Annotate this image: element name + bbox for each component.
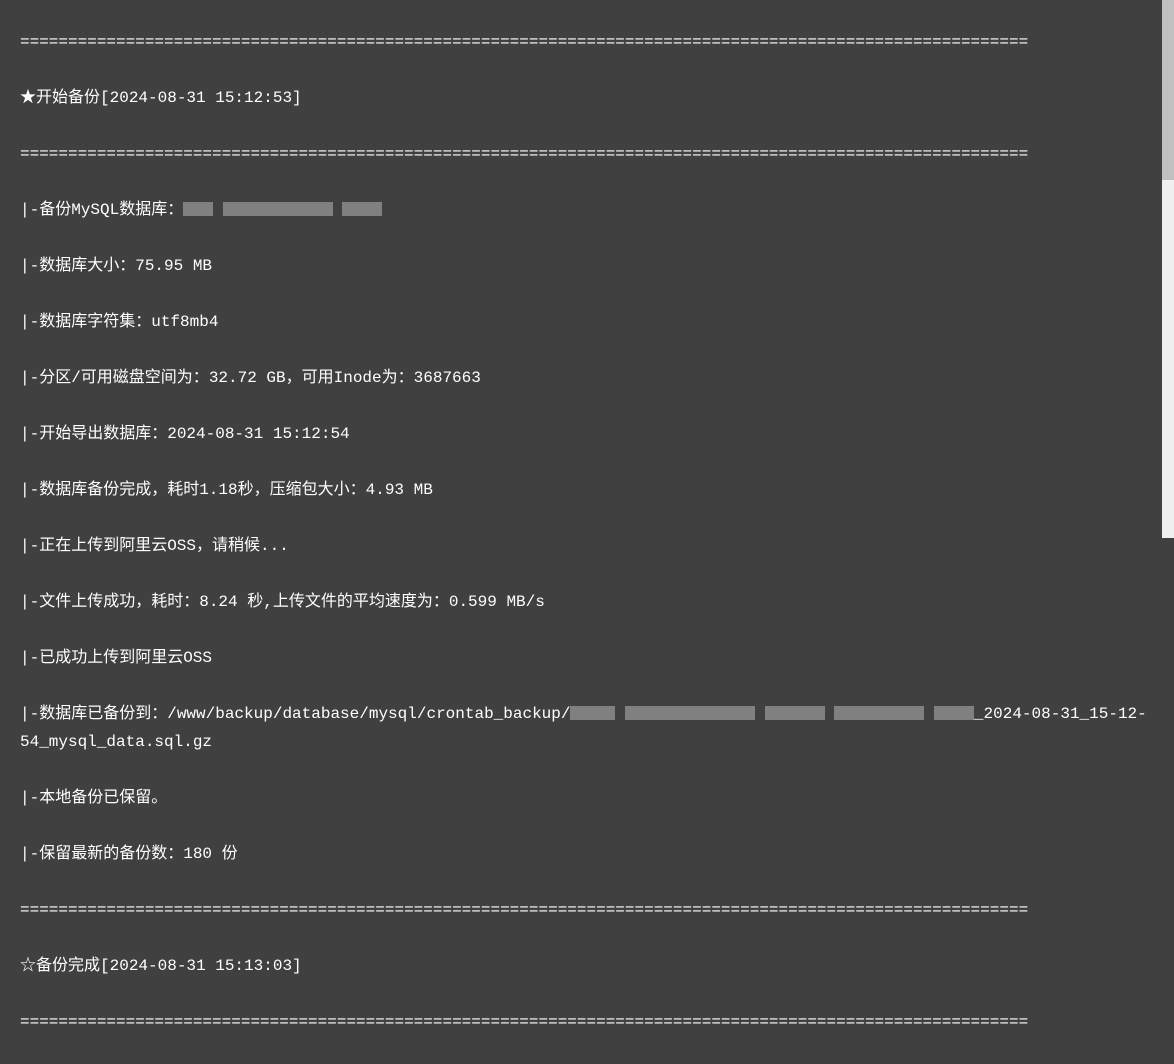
redacted-block: [834, 706, 924, 720]
backup-done-value: 4.93 MB: [366, 481, 433, 499]
local-kept-line: |-本地备份已保留。: [0, 784, 1174, 812]
scrollbar-track[interactable]: [1162, 0, 1174, 538]
db-name-line: |-备份MySQL数据库：: [0, 196, 1174, 224]
uploading-line: |-正在上传到阿里云OSS，请稍候...: [0, 532, 1174, 560]
hollow-star-icon: ☆备份完成[: [20, 957, 110, 975]
upload-speed-value: 0.599 MB/s: [449, 593, 545, 611]
bracket-close: ]: [292, 89, 302, 107]
end-timestamp: 2024-08-31 15:13:03: [110, 957, 292, 975]
divider-line: ========================================…: [0, 1008, 1174, 1036]
keep-count-value: 180 份: [183, 845, 237, 863]
divider-line: ========================================…: [0, 896, 1174, 924]
disk-space-line: |-分区/可用磁盘空间为：32.72 GB，可用Inode为：3687663: [0, 364, 1174, 392]
bracket-close: ]: [292, 957, 302, 975]
export-start-line: |-开始导出数据库：2024-08-31 15:12:54: [0, 420, 1174, 448]
keep-count-label: |-保留最新的备份数：: [20, 845, 183, 863]
charset-line: |-数据库字符集：utf8mb4: [0, 308, 1174, 336]
disk-value: 32.72 GB，可用Inode为：3687663: [209, 369, 481, 387]
redacted-block: [765, 706, 825, 720]
keep-count-line: |-保留最新的备份数：180 份: [0, 840, 1174, 868]
upload-done-label: |-文件上传成功，耗时：: [20, 593, 199, 611]
start-timestamp: 2024-08-31 15:12:53: [110, 89, 292, 107]
redacted-block: [934, 706, 974, 720]
redacted-block: [625, 706, 755, 720]
uploading-text: |-正在上传到阿里云OSS，请稍候...: [20, 537, 289, 555]
end-backup-line: ☆备份完成[2024-08-31 15:13:03]: [0, 952, 1174, 980]
backup-done-label: |-数据库备份完成，耗时1.18秒，压缩包大小：: [20, 481, 366, 499]
db-label: |-备份MySQL数据库：: [20, 201, 183, 219]
charset-label: |-数据库字符集：: [20, 313, 151, 331]
upload-speed-label: ,上传文件的平均速度为：: [263, 593, 449, 611]
redacted-block: [342, 202, 382, 216]
divider-line: ========================================…: [0, 28, 1174, 56]
redacted-block: [570, 706, 615, 720]
backup-done-line: |-数据库备份完成，耗时1.18秒，压缩包大小：4.93 MB: [0, 476, 1174, 504]
upload-done-line: |-文件上传成功，耗时：8.24 秒,上传文件的平均速度为：0.599 MB/s: [0, 588, 1174, 616]
redacted-block: [183, 202, 213, 216]
star-icon: ★开始备份[: [20, 89, 110, 107]
divider-line: ========================================…: [0, 140, 1174, 168]
path-prefix: /www/backup/database/mysql/crontab_backu…: [167, 705, 570, 723]
upload-success-text: |-已成功上传到阿里云OSS: [20, 649, 212, 667]
charset-value: utf8mb4: [151, 313, 218, 331]
upload-time: 8.24 秒: [199, 593, 263, 611]
path-label: |-数据库已备份到：: [20, 705, 167, 723]
backup-path-line: |-数据库已备份到：/www/backup/database/mysql/cro…: [0, 700, 1174, 756]
db-size-value: 75.95 MB: [135, 257, 212, 275]
db-size-label: |-数据库大小：: [20, 257, 135, 275]
export-label: |-开始导出数据库：: [20, 425, 167, 443]
scrollbar-thumb[interactable]: [1162, 0, 1174, 180]
start-backup-line: ★开始备份[2024-08-31 15:12:53]: [0, 84, 1174, 112]
disk-label: |-分区/可用磁盘空间为：: [20, 369, 209, 387]
local-kept-text: |-本地备份已保留。: [20, 789, 167, 807]
redacted-block: [223, 202, 333, 216]
terminal-output: ========================================…: [0, 0, 1174, 1064]
db-size-line: |-数据库大小：75.95 MB: [0, 252, 1174, 280]
upload-success-line: |-已成功上传到阿里云OSS: [0, 644, 1174, 672]
export-value: 2024-08-31 15:12:54: [167, 425, 349, 443]
